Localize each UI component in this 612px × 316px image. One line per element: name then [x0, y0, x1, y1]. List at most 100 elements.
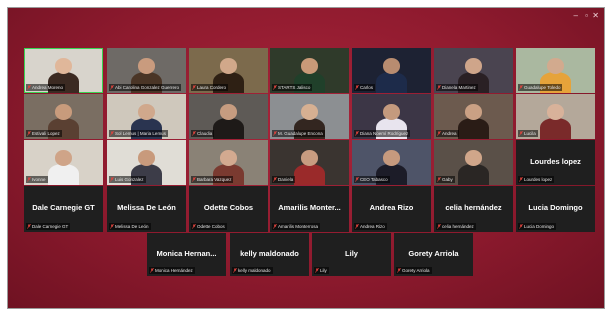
muted-mic-icon — [437, 85, 441, 90]
participant-label: celia hernández — [436, 223, 476, 230]
muted-mic-icon — [27, 224, 31, 229]
participant-label-text: Barbara Vazquez — [197, 177, 232, 182]
participant-tile[interactable]: Barbara Vazquez — [189, 140, 268, 185]
participant-tile[interactable]: Gorety Arriola Gorety Arriola — [394, 233, 473, 276]
participant-label: Barbara Vazquez — [191, 176, 234, 183]
participant-label: Abi Carolina Gonzalez Guerrero — [109, 84, 182, 91]
muted-mic-icon — [315, 268, 319, 273]
participant-tile[interactable]: Lily Lily — [312, 233, 391, 276]
participant-label-text: Guadalupe Toledo — [524, 85, 561, 90]
participant-tile[interactable]: Andrea Moreno — [24, 48, 103, 93]
maximize-icon[interactable]: ▫ — [585, 12, 588, 20]
participant-label-text: Daniela — [278, 177, 294, 182]
participant-tile[interactable]: Monica Hernan... Monica Hernández — [147, 233, 226, 276]
participant-tile[interactable]: Luis Gonzalez — [107, 140, 186, 185]
participant-name: Dale Carnegie GT — [32, 203, 95, 213]
participant-label-text: Claudia — [197, 131, 213, 136]
participant-label: CEO Tabasco — [354, 176, 390, 183]
participant-label-text: Estivali Lopez — [32, 131, 60, 136]
participant-label: Melissa De León — [109, 223, 151, 230]
participant-tile[interactable]: Abi Carolina Gonzalez Guerrero — [107, 48, 186, 93]
participant-tile[interactable]: Dale Carnegie GT Dale Carnegie GT — [24, 186, 103, 232]
participant-tile[interactable]: Odette Cobos Odette Cobos — [189, 186, 268, 232]
participant-label-text: Gorety Arriola — [402, 268, 430, 273]
muted-mic-icon — [273, 224, 277, 229]
muted-mic-icon — [150, 268, 154, 273]
participant-label: Diana Noemí Rodríguez — [354, 130, 411, 137]
muted-mic-icon — [192, 131, 196, 136]
participant-name: Andrea Rizo — [369, 203, 414, 213]
muted-mic-icon — [233, 268, 237, 273]
participant-label: Carlos — [354, 84, 376, 91]
participant-tile[interactable]: Sol Lemus | Maria Lemus — [107, 94, 186, 139]
muted-mic-icon — [437, 177, 441, 182]
participant-label-text: Lucila — [524, 131, 536, 136]
participant-label: Monica Hernández — [149, 267, 195, 274]
muted-mic-icon — [437, 131, 441, 136]
minimize-icon[interactable]: – — [574, 12, 578, 20]
muted-mic-icon — [355, 85, 359, 90]
participant-name: Lucia Domingo — [528, 203, 583, 213]
participant-tile[interactable]: celia hernández celia hernández — [434, 186, 513, 232]
participant-tile[interactable]: STARTS Jalisco — [270, 48, 349, 93]
participant-tile[interactable]: Diana Noemí Rodríguez — [352, 94, 431, 139]
muted-mic-icon — [397, 268, 401, 273]
muted-mic-icon — [437, 224, 441, 229]
muted-mic-icon — [273, 177, 277, 182]
muted-mic-icon — [273, 85, 277, 90]
participant-label-text: M. Guadalupe Encona — [278, 131, 323, 136]
participant-label-text: Sol Lemus | Maria Lemus — [115, 131, 166, 136]
participant-tile[interactable]: Amarilis Monter... Amarilis Monterrosa — [270, 186, 349, 232]
muted-mic-icon — [110, 177, 114, 182]
participant-tile[interactable]: kelly maldonado kelly maldonado — [230, 233, 309, 276]
participant-tile[interactable]: Lucila — [516, 94, 595, 139]
participant-label-text: Luis Gonzalez — [115, 177, 144, 182]
participant-name: kelly maldonado — [240, 249, 299, 259]
participant-label-text: Ivonne — [32, 177, 46, 182]
participant-video — [457, 103, 490, 139]
participant-label-text: Lourdes lopez — [524, 177, 553, 182]
participant-tile[interactable]: Lucia Domingo Lucia Domingo — [516, 186, 595, 232]
participant-label: Lourdes lopez — [518, 176, 555, 183]
participant-name: Lily — [345, 249, 358, 259]
participant-label-text: celia hernández — [442, 224, 474, 229]
participant-label: Lucila — [518, 130, 538, 137]
participant-label-text: Dale Carnegie GT — [32, 224, 69, 229]
participant-label: Lucia Domingo — [518, 223, 557, 230]
participant-tile[interactable]: Lourdes lopez Lourdes lopez — [516, 140, 595, 185]
participant-label: Estivali Lopez — [26, 130, 62, 137]
participant-label: Gorety Arriola — [396, 267, 432, 274]
participant-label-text: Dianela Martinez — [442, 85, 476, 90]
participant-label-text: Melissa De León — [115, 224, 149, 229]
participant-name: Odette Cobos — [203, 203, 254, 213]
participant-tile[interactable]: CEO Tabasco — [352, 140, 431, 185]
participant-tile[interactable]: Ivonne — [24, 140, 103, 185]
muted-mic-icon — [355, 177, 359, 182]
participant-label: Gaby — [436, 176, 455, 183]
participant-tile[interactable]: Melissa De León Melissa De León — [107, 186, 186, 232]
participant-label: Dale Carnegie GT — [26, 223, 71, 230]
participant-tile[interactable]: Andrea — [434, 94, 513, 139]
participant-tile[interactable]: Andrea Rizo Andrea Rizo — [352, 186, 431, 232]
participant-label: Guadalupe Toledo — [518, 84, 563, 91]
participant-label: Luis Gonzalez — [109, 176, 146, 183]
participant-name: Lourdes lopez — [530, 157, 581, 167]
muted-mic-icon — [192, 177, 196, 182]
participant-tile[interactable]: Daniela — [270, 140, 349, 185]
participant-tile[interactable]: Carlos — [352, 48, 431, 93]
participant-tile[interactable]: Laura Cordero — [189, 48, 268, 93]
participant-tile[interactable]: Claudia — [189, 94, 268, 139]
muted-mic-icon — [110, 85, 114, 90]
participant-label: Odette Cobos — [191, 223, 227, 230]
participant-tile[interactable]: Estivali Lopez — [24, 94, 103, 139]
participant-tile[interactable]: M. Guadalupe Encona — [270, 94, 349, 139]
participant-label-text: Diana Noemí Rodríguez — [360, 131, 409, 136]
muted-mic-icon — [273, 131, 277, 136]
participant-video — [212, 103, 245, 139]
participant-label-text: CEO Tabasco — [360, 177, 388, 182]
participant-tile[interactable]: Dianela Martinez — [434, 48, 513, 93]
participant-tile[interactable]: Gaby — [434, 140, 513, 185]
participant-tile[interactable]: Guadalupe Toledo — [516, 48, 595, 93]
muted-mic-icon — [27, 131, 31, 136]
close-icon[interactable]: ✕ — [592, 12, 599, 20]
